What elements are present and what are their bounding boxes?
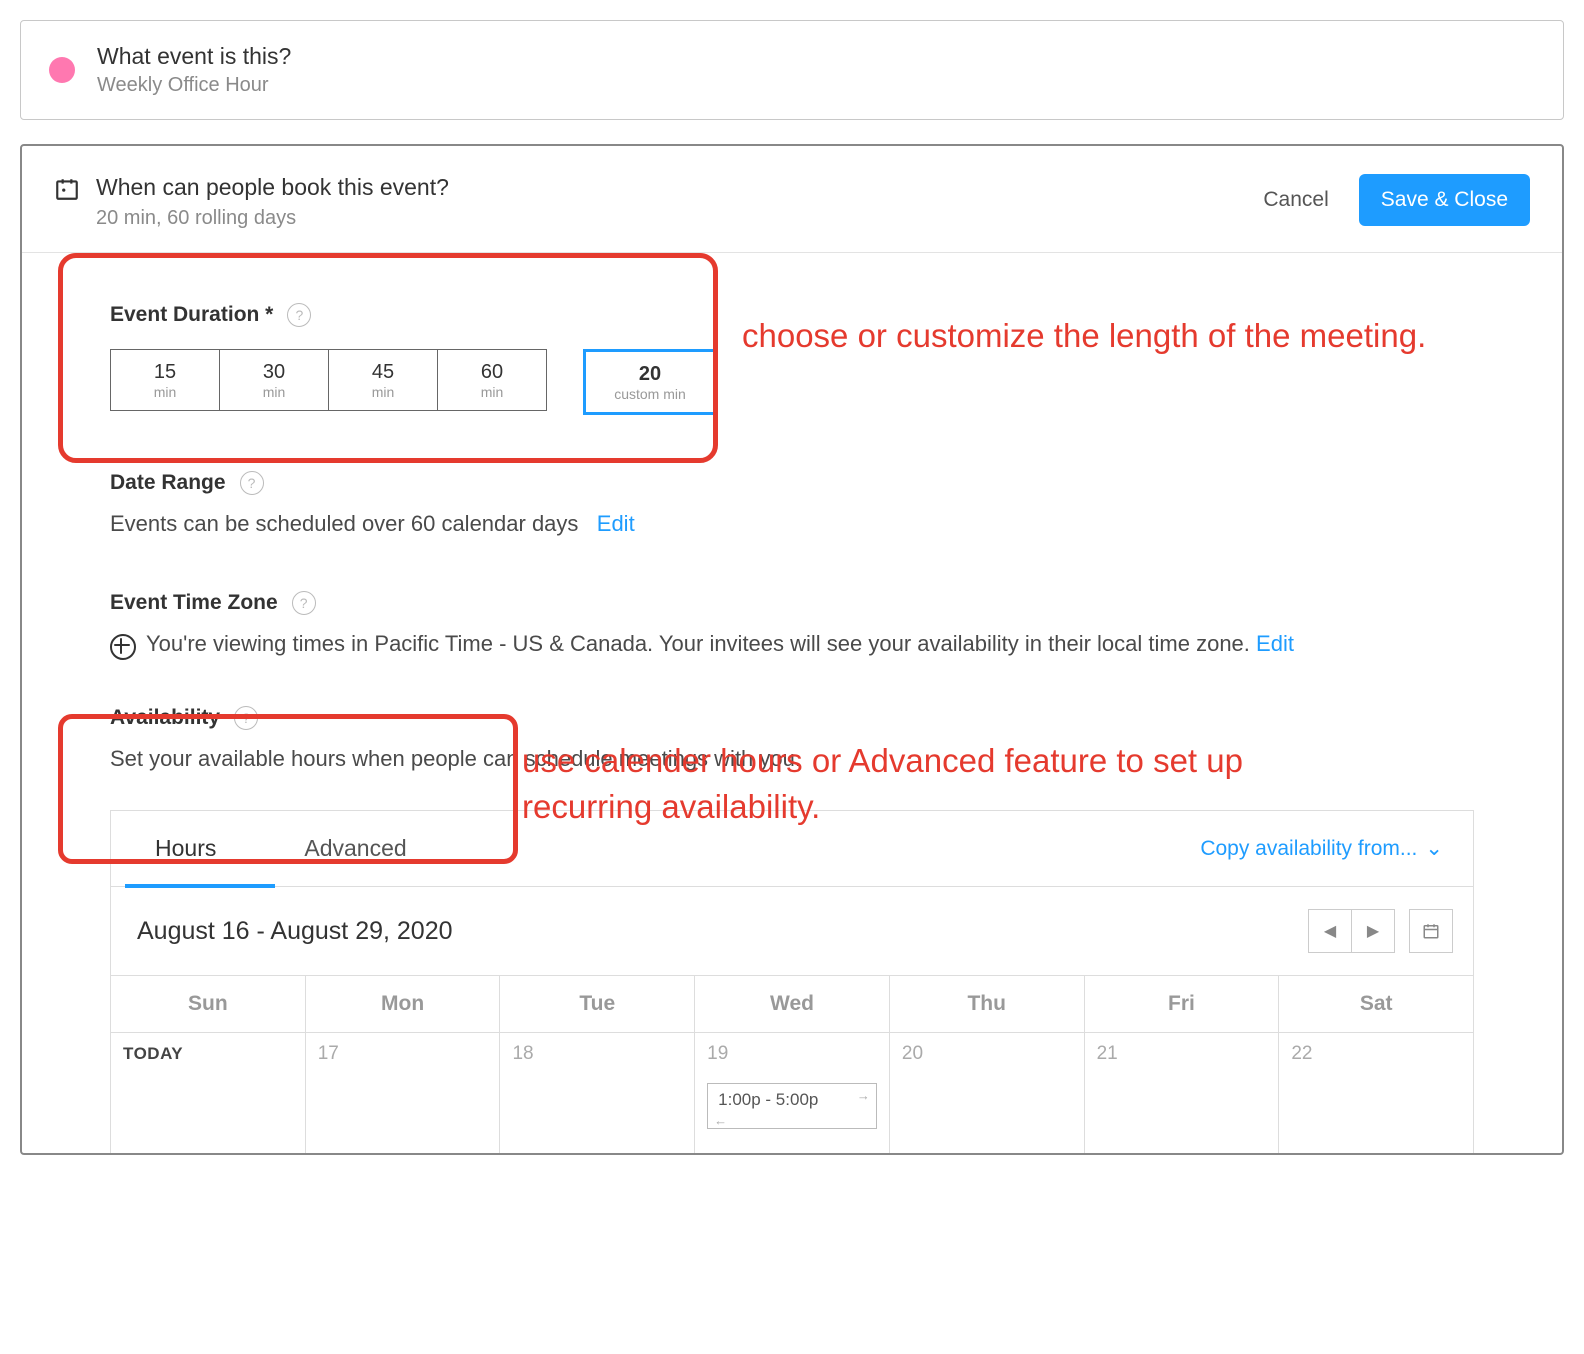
tab-advanced[interactable]: Advanced [260, 811, 450, 886]
calendar-icon [54, 176, 80, 202]
calendar-header-row: Sun Mon Tue Wed Thu Fri Sat [111, 976, 1473, 1033]
help-icon[interactable]: ? [234, 706, 258, 730]
arrow-right-icon: → [857, 1088, 870, 1103]
timezone-text: You're viewing times in Pacific Time - U… [146, 631, 1250, 656]
prev-week-button[interactable]: ◀ [1308, 909, 1352, 953]
date-range-text: Events can be scheduled over 60 calendar… [110, 511, 578, 536]
day-header: Fri [1085, 976, 1280, 1032]
annotation-text-duration: choose or customize the length of the me… [742, 313, 1462, 359]
event-what-subtitle: Weekly Office Hour [97, 74, 291, 97]
copy-availability-link[interactable]: Copy availability from... ⌄ [1200, 836, 1473, 861]
calendar-body-row: TODAY 17 18 19 1:00p - 5:00p → ← [111, 1033, 1473, 1153]
availability-slot[interactable]: 1:00p - 5:00p → ← [707, 1083, 877, 1129]
tab-hours[interactable]: Hours [111, 811, 260, 886]
calendar-cell[interactable]: 18 [500, 1033, 695, 1153]
tab-active-indicator [125, 884, 275, 888]
day-header: Sun [111, 976, 306, 1032]
duration-option-60[interactable]: 60 min [438, 349, 547, 411]
event-when-subtitle: 20 min, 60 rolling days [96, 207, 449, 230]
calendar-range-label: August 16 - August 29, 2020 [137, 917, 453, 946]
annotation-text-tabs: use calender hours or Advanced feature t… [522, 738, 1302, 830]
globe-icon [110, 634, 136, 660]
day-header: Sat [1279, 976, 1473, 1032]
calendar-cell[interactable]: 21 [1085, 1033, 1280, 1153]
event-when-title: When can people book this event? [96, 174, 449, 201]
event-color-dot [49, 57, 75, 83]
duration-option-15[interactable]: 15 min [110, 349, 220, 411]
timezone-section: Event Time Zone ? You're viewing times i… [82, 591, 1502, 660]
arrow-left-icon: ← [714, 1113, 727, 1128]
day-header: Tue [500, 976, 695, 1032]
day-header: Wed [695, 976, 890, 1032]
availability-tabs-box: Hours Advanced Copy availability from...… [110, 810, 1474, 1153]
duration-option-45[interactable]: 45 min [329, 349, 438, 411]
timezone-edit-link[interactable]: Edit [1256, 631, 1294, 656]
help-icon[interactable]: ? [287, 303, 311, 327]
duration-option-custom[interactable]: 20 custom min [583, 349, 717, 415]
date-range-label: Date Range [110, 471, 226, 495]
calendar-cell[interactable]: 22 [1279, 1033, 1473, 1153]
calendar-cell[interactable]: 20 [890, 1033, 1085, 1153]
date-range-edit-link[interactable]: Edit [597, 511, 635, 536]
help-icon[interactable]: ? [292, 591, 316, 615]
duration-option-30[interactable]: 30 min [220, 349, 329, 411]
next-week-button[interactable]: ▶ [1352, 909, 1395, 953]
help-icon[interactable]: ? [240, 471, 264, 495]
date-range-section: Date Range ? Events can be scheduled ove… [82, 471, 1502, 537]
day-header: Thu [890, 976, 1085, 1032]
save-close-button[interactable]: Save & Close [1359, 174, 1530, 226]
cancel-button[interactable]: Cancel [1263, 188, 1328, 212]
calendar-cell[interactable]: 17 [306, 1033, 501, 1153]
calendar-cell[interactable]: TODAY [111, 1033, 306, 1153]
timezone-label: Event Time Zone [110, 591, 278, 615]
duration-label: Event Duration * [110, 303, 273, 327]
event-what-card[interactable]: What event is this? Weekly Office Hour [20, 20, 1564, 120]
day-header: Mon [306, 976, 501, 1032]
event-what-title: What event is this? [97, 43, 291, 70]
open-calendar-button[interactable] [1409, 909, 1453, 953]
calendar-cell[interactable]: 19 1:00p - 5:00p → ← [695, 1033, 890, 1153]
event-when-card: When can people book this event? 20 min,… [20, 144, 1564, 1155]
availability-label: Availability [110, 706, 220, 730]
chevron-down-icon: ⌄ [1425, 836, 1443, 861]
